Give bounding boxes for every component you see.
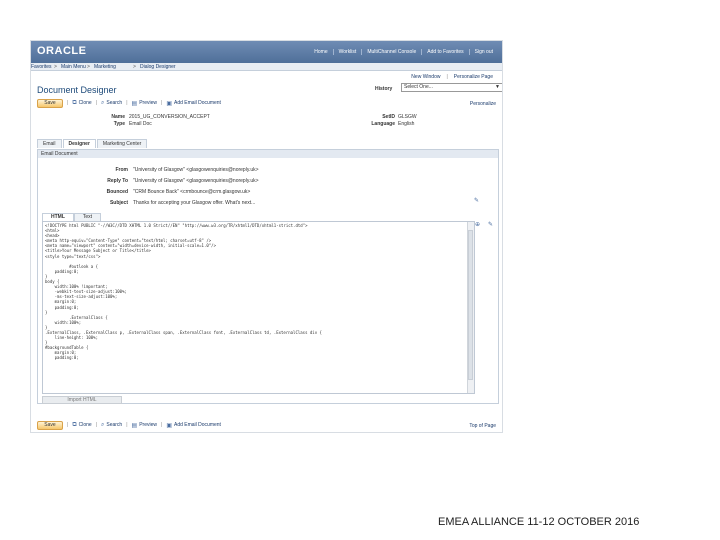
- html-code: <!DOCTYPE html PUBLIC "-//W3C//DTD XHTML…: [45, 223, 465, 361]
- preview-label: Preview: [139, 100, 157, 106]
- breadcrumb: Favorites > Main Menu > Marketing > Dial…: [31, 63, 502, 71]
- name-label: Name: [111, 114, 125, 120]
- subject-value[interactable]: Thanks for accepting your Glasgow offer.…: [133, 200, 255, 206]
- add-email-document-button[interactable]: ▣ Add Email Document: [166, 100, 221, 107]
- toolbar-separator: |: [95, 100, 97, 106]
- from-label: From: [115, 167, 129, 173]
- home-link[interactable]: Home: [309, 49, 332, 55]
- toolbar-separator: |: [161, 422, 163, 428]
- dropdown-arrow-icon: ▼: [495, 84, 500, 90]
- tab-html[interactable]: HTML: [42, 213, 74, 221]
- edit-html-icon[interactable]: ✎: [488, 221, 493, 228]
- toolbar-separator: |: [67, 100, 69, 106]
- header-links: Home Worklist MultiChannel Console Add t…: [309, 49, 498, 55]
- nav-dialog-designer[interactable]: Dialog Designer: [140, 64, 176, 70]
- top-toolbar: Save | ⧉ Clone | ⌕ Search | ▤ Preview | ▣ Ad…: [37, 98, 221, 108]
- clone-label: Clone: [78, 422, 92, 428]
- clone-button-bottom[interactable]: ⧉ Clone: [72, 422, 91, 429]
- page-title: Document Designer: [37, 85, 117, 95]
- worklist-link[interactable]: Worklist: [332, 49, 362, 55]
- preview-icon: ▤: [131, 422, 138, 429]
- nav-favorites[interactable]: Favorites: [31, 64, 52, 70]
- name-value: 2015_UG_CONVERSION_ACCEPT: [129, 114, 210, 120]
- personalize-page-link[interactable]: Personalize Page: [451, 74, 496, 80]
- toolbar-separator: |: [95, 422, 97, 428]
- toolbar-separator: |: [67, 422, 69, 428]
- clone-icon: ⧉: [72, 99, 77, 106]
- language-value: English: [398, 121, 415, 127]
- bottom-toolbar: Save | ⧉ Clone | ⌕ Search | ▤ Preview | ▣ Ad…: [37, 420, 221, 430]
- reply-to-label: Reply To: [107, 178, 128, 184]
- personalize-link[interactable]: Personalize: [470, 101, 496, 107]
- zoom-icon[interactable]: ⊕: [475, 221, 480, 228]
- oracle-header: ORACLE Home Worklist MultiChannel Consol…: [31, 41, 502, 63]
- toolbar-separator: |: [161, 100, 163, 106]
- edit-subject-icon[interactable]: ✎: [474, 197, 479, 204]
- preview-button-bottom[interactable]: ▤ Preview: [132, 422, 157, 429]
- tab-designer[interactable]: Designer: [62, 139, 96, 148]
- add-document-icon: ▣: [166, 100, 172, 107]
- preview-button[interactable]: ▤ Preview: [132, 100, 157, 107]
- subject-label: Subject: [109, 200, 128, 206]
- history-label: History: [375, 86, 393, 92]
- nav-main-menu[interactable]: Main Menu: [61, 64, 86, 70]
- preview-icon: ▤: [131, 100, 138, 107]
- oracle-logo: ORACLE: [37, 45, 87, 57]
- add-to-favorites-link[interactable]: Add to Favorites: [421, 49, 468, 55]
- toolbar-separator: |: [126, 422, 128, 428]
- search-button-bottom[interactable]: ⌕ Search: [101, 422, 122, 429]
- search-button[interactable]: ⌕ Search: [101, 100, 122, 107]
- history-select-value: Select One...: [404, 84, 433, 90]
- clone-button[interactable]: ⧉ Clone: [72, 100, 91, 107]
- search-label: Search: [106, 100, 123, 106]
- import-html-button[interactable]: Import HTML: [42, 396, 122, 404]
- nav-separator: >: [54, 64, 57, 70]
- reply-to-value[interactable]: "University of Glasgow" <glasgowenquirie…: [133, 178, 259, 184]
- search-icon: ⌕: [101, 99, 105, 106]
- from-value[interactable]: "University of Glasgow" <glasgowenquirie…: [133, 167, 259, 173]
- code-tabs: HTML Text: [42, 213, 102, 221]
- nav-marketing[interactable]: Marketing: [94, 64, 116, 70]
- application-window: ORACLE Home Worklist MultiChannel Consol…: [30, 40, 503, 433]
- link-separator: |: [446, 74, 448, 80]
- add-email-document-label: Add Email Document: [173, 422, 221, 428]
- bounce-value[interactable]: "CRM Bounce Back" <crmbounce@crm.glasgow…: [133, 189, 250, 195]
- clone-label: Clone: [78, 100, 92, 106]
- clone-icon: ⧉: [72, 421, 77, 428]
- html-editor[interactable]: <!DOCTYPE html PUBLIC "-//W3C//DTD XHTML…: [42, 221, 475, 394]
- preview-label: Preview: [139, 422, 157, 428]
- sign-out-link[interactable]: Sign out: [468, 49, 498, 55]
- page-tabs: Email Designer Marketing Center: [37, 139, 148, 148]
- nav-separator: >: [133, 64, 136, 70]
- top-of-page-link[interactable]: Top of Page: [469, 423, 496, 429]
- nav-separator: >: [87, 64, 90, 70]
- slide-footer: EMEA ALLIANCE 11-12 OCTOBER 2016: [438, 516, 640, 528]
- search-label: Search: [106, 422, 123, 428]
- type-label: Type: [113, 121, 125, 127]
- multichannel-console-link[interactable]: MultiChannel Console: [361, 49, 421, 55]
- setid-label: SetID: [382, 114, 395, 120]
- add-email-document-button-bottom[interactable]: ▣ Add Email Document: [166, 422, 221, 429]
- save-button[interactable]: Save: [37, 98, 63, 108]
- toolbar-separator: |: [126, 100, 128, 106]
- save-button-bottom[interactable]: Save: [37, 420, 63, 430]
- add-email-document-label: Add Email Document: [173, 100, 221, 106]
- editor-scrollbar[interactable]: [467, 222, 474, 393]
- scrollbar-thumb[interactable]: [468, 230, 473, 380]
- bounce-label: Bounced: [106, 189, 128, 195]
- history-select[interactable]: Select One... ▼: [401, 83, 502, 92]
- search-icon: ⌕: [101, 421, 105, 428]
- new-window-link[interactable]: New Window: [408, 74, 443, 80]
- setid-value: GLSGW: [398, 114, 417, 120]
- tab-email[interactable]: Email: [37, 139, 62, 148]
- code-line: padding:0;: [45, 355, 79, 361]
- tab-marketing-center[interactable]: Marketing Center: [96, 139, 148, 148]
- page-links: New Window | Personalize Page: [408, 74, 496, 80]
- email-document-panel: Email Document From "University of Glasg…: [37, 149, 499, 404]
- type-value: Email Doc: [129, 121, 152, 127]
- language-label: Language: [371, 121, 395, 127]
- tab-text[interactable]: Text: [73, 213, 102, 221]
- panel-title: Email Document: [38, 150, 498, 158]
- add-document-icon: ▣: [166, 422, 172, 429]
